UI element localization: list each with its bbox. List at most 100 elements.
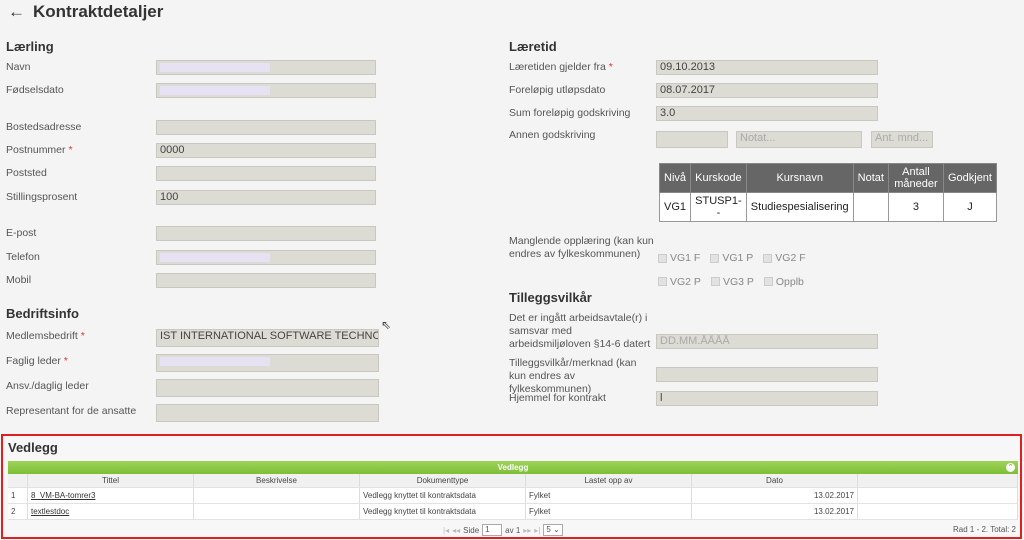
checkbox-label: VG2 P	[670, 275, 701, 288]
grid-cell: Fylket	[526, 504, 692, 519]
field-input[interactable]: 100	[156, 190, 376, 205]
mouse-cursor-icon: ⇖	[381, 318, 392, 332]
field-input[interactable]	[156, 250, 376, 265]
course-cell: Studiespesialisering	[745, 192, 854, 222]
field-label-text: Navn	[6, 61, 31, 73]
field-label: Faglig leder *	[6, 355, 68, 368]
field-label-text: Læretiden gjelder fra	[509, 61, 606, 73]
field-label: Navn	[6, 61, 31, 74]
field-label: Poststed	[6, 167, 47, 180]
checkbox-vg1-p[interactable]: VG1 P	[710, 247, 753, 269]
field-value: 100	[160, 191, 179, 203]
field-label-text: Postnummer	[6, 144, 66, 156]
checkbox-opplb[interactable]: Opplb	[763, 271, 804, 293]
field-input[interactable]	[156, 379, 379, 397]
column-header	[8, 474, 28, 487]
grid-cell: Vedlegg knyttet til kontraktsdata	[360, 504, 526, 519]
first-page-icon[interactable]: |◂	[443, 526, 449, 535]
notat-input[interactable]: Notat...	[736, 131, 862, 148]
checkbox-box[interactable]	[710, 277, 720, 286]
required-marker: *	[65, 144, 73, 156]
merknad-input[interactable]	[656, 367, 878, 382]
field-label-text: Medlemsbedrift	[6, 330, 78, 342]
grid-cell	[858, 504, 1018, 519]
field-label-text: Telefon	[6, 251, 40, 263]
column-header[interactable]: Dato	[692, 474, 858, 487]
checkbox-vg2-p[interactable]: VG2 P	[658, 271, 701, 293]
column-header[interactable]: Dokumenttype	[360, 474, 526, 487]
checkbox-box[interactable]	[763, 277, 773, 286]
page-size-select[interactable]: 5 ⌄	[543, 524, 563, 536]
checkbox-box[interactable]	[710, 253, 720, 263]
page-input[interactable]: 1	[482, 524, 503, 536]
field-input[interactable]	[156, 83, 376, 98]
course-cell: VG1	[658, 192, 692, 222]
field-input[interactable]: 09.10.2013	[656, 60, 878, 75]
grid-cell[interactable]: textlestdoc	[28, 504, 194, 519]
field-input[interactable]: 08.07.2017	[656, 83, 878, 98]
annen-godskriving-input[interactable]	[656, 131, 728, 148]
row-summary: Rad 1 - 2. Total: 2	[953, 525, 1016, 534]
grid-cell: Vedlegg knyttet til kontraktsdata	[360, 488, 526, 503]
bedrift-heading: Bedriftsinfo	[6, 306, 79, 321]
course-cell	[852, 192, 889, 222]
tillegg-heading: Tilleggsvilkår	[509, 290, 592, 305]
field-label: Læretiden gjelder fra *	[509, 61, 613, 74]
field-label: E-post	[6, 227, 36, 240]
field-input[interactable]	[156, 120, 376, 135]
prev-page-icon[interactable]: ◂◂	[452, 526, 460, 535]
cell-text: Vedlegg knyttet til kontraktsdata	[363, 507, 476, 516]
field-label-text: Foreløpig utløpsdato	[509, 84, 606, 96]
table-row[interactable]: 1 8_VM-BA-tomrer3 Vedlegg knyttet til kont…	[8, 488, 1018, 504]
avtale-date-input[interactable]: DD.MM.ÅÅÅÅ	[656, 334, 878, 349]
hjemmel-label: Hjemmel for kontrakt	[509, 392, 606, 404]
grid-cell[interactable]: 8_VM-BA-tomrer3	[28, 488, 194, 503]
grid-cell	[194, 504, 360, 519]
course-header: Godkjent	[942, 163, 998, 193]
table-row[interactable]: 2 textlestdoc Vedlegg knyttet til kontrakt…	[8, 504, 1018, 520]
field-input[interactable]: IST INTERNATIONAL SOFTWARE TECHNO AS	[156, 329, 379, 347]
pager: |◂ ◂◂ Side 1 av 1 ▸▸ ▸| 5 ⌄	[443, 524, 563, 536]
field-input[interactable]	[156, 404, 379, 422]
attachment-link[interactable]: 8_VM-BA-tomrer3	[31, 491, 95, 500]
checkbox-vg2-f[interactable]: VG2 F	[763, 247, 806, 269]
required-marker: *	[60, 355, 68, 367]
back-arrow-icon[interactable]: ←	[8, 2, 25, 22]
field-input[interactable]	[156, 354, 379, 372]
laeretid-heading: Læretid	[509, 39, 557, 54]
collapse-icon[interactable]: ⌃	[1006, 463, 1015, 472]
checkbox-vg1-f[interactable]: VG1 F	[658, 247, 700, 269]
field-label-text: Mobil	[6, 274, 32, 286]
column-header[interactable]: Tittel	[28, 474, 194, 487]
column-header[interactable]: Lastet opp av	[526, 474, 692, 487]
field-label: Medlemsbedrift *	[6, 330, 85, 343]
field-label: Postnummer *	[6, 144, 73, 157]
checkbox-box[interactable]	[658, 253, 667, 263]
field-input[interactable]: 3.0	[656, 106, 878, 121]
checkbox-box[interactable]	[658, 277, 667, 286]
field-input[interactable]	[156, 60, 376, 75]
course-header: Kursnavn	[745, 163, 854, 193]
checkbox-label: VG2 F	[775, 252, 806, 264]
field-input[interactable]	[156, 226, 376, 241]
field-value: 08.07.2017	[660, 84, 716, 96]
checkbox-box[interactable]	[763, 253, 773, 263]
course-cell: J	[942, 192, 998, 222]
field-input[interactable]	[156, 273, 376, 288]
course-table: Nivå Kurskode Kursnavn Notat Antall måneder G…	[658, 163, 998, 222]
field-label-text: Sum foreløpig godskriving	[509, 107, 631, 119]
field-label-text: Ansv./daglig leder	[6, 380, 89, 392]
attachment-link[interactable]: textlestdoc	[31, 507, 69, 516]
field-input[interactable]	[156, 166, 376, 181]
ant-mnd-input[interactable]: Ant. mnd...	[871, 131, 933, 148]
hjemmel-input[interactable]: l	[656, 391, 878, 406]
checkbox-vg3-p[interactable]: VG3 P	[710, 271, 754, 293]
course-header: Nivå	[658, 163, 692, 193]
next-page-icon[interactable]: ▸▸	[523, 526, 531, 535]
avtale-label: Det er ingått arbeidsavtale(r) i samsvar…	[509, 312, 651, 350]
field-input[interactable]: 0000	[156, 143, 376, 158]
column-header[interactable]: Beskrivelse	[194, 474, 360, 487]
last-page-icon[interactable]: ▸|	[534, 526, 540, 535]
grid-cell: 1	[8, 488, 28, 503]
field-label: Fødselsdato	[6, 84, 64, 97]
